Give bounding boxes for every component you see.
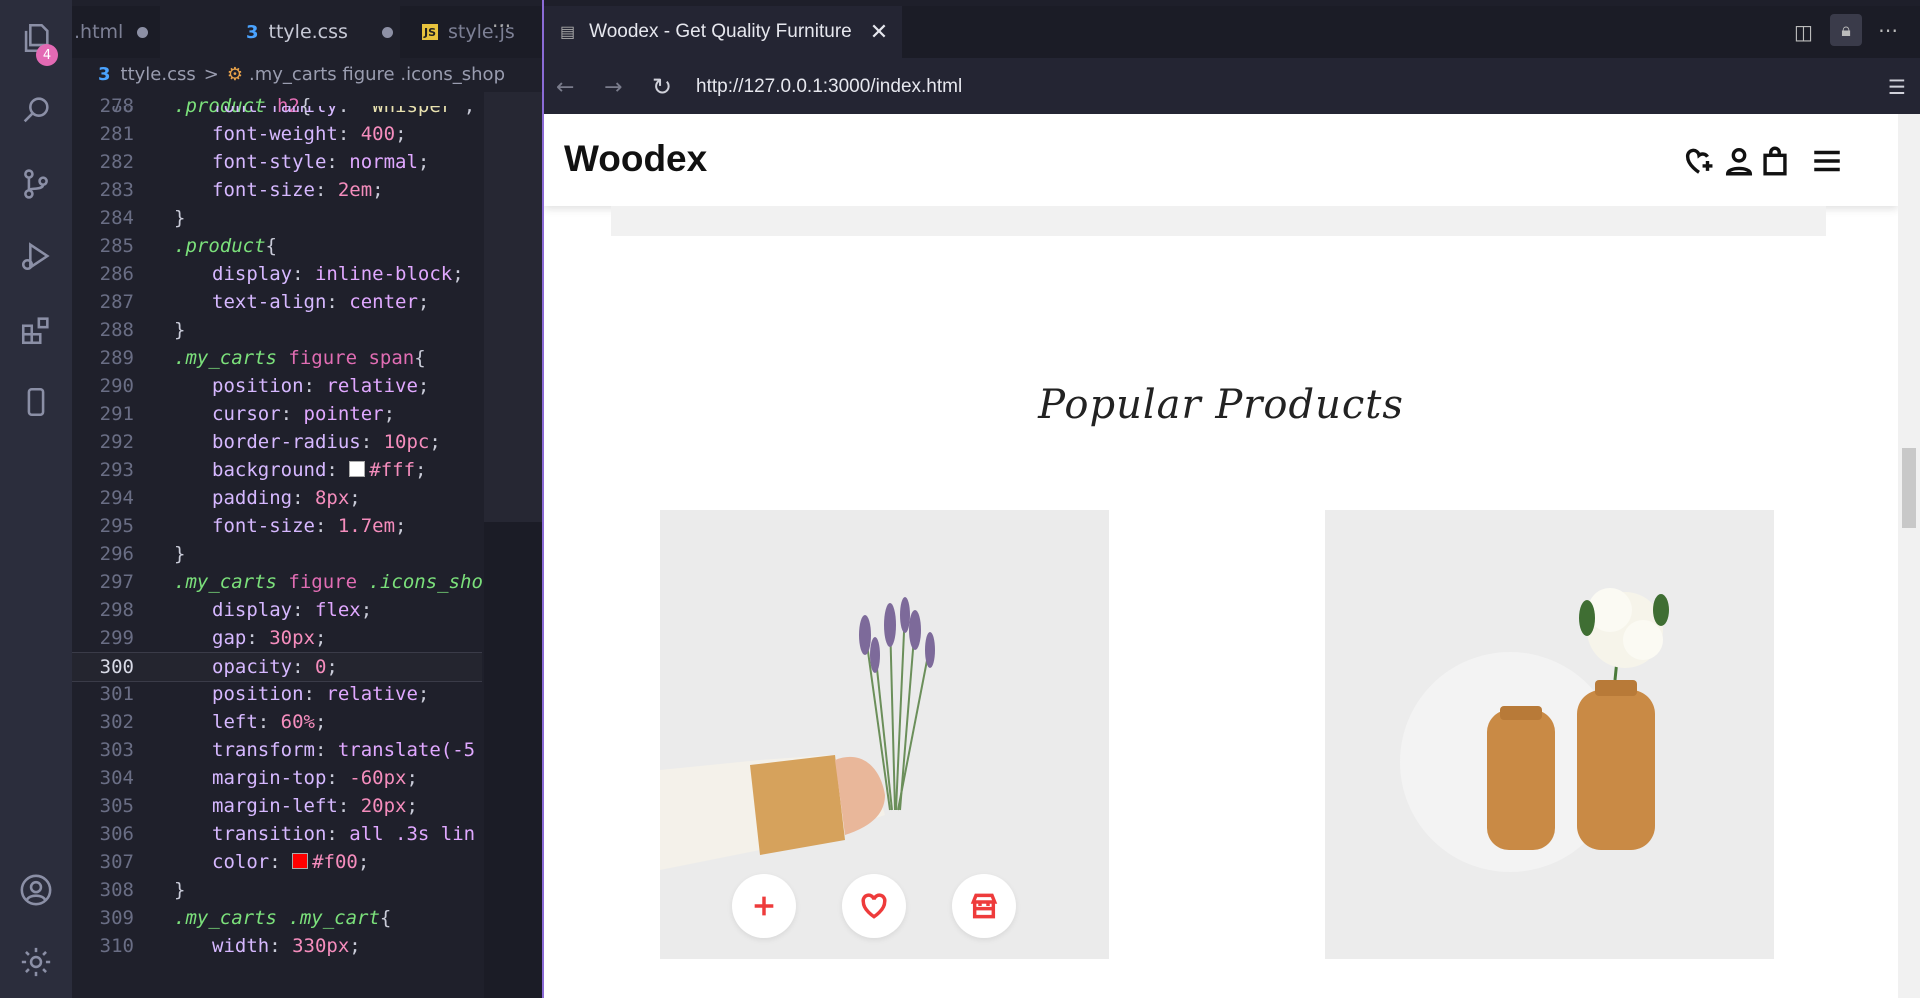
scrollbar-thumb[interactable]	[1902, 448, 1916, 528]
page-viewport: Woodex Popular Products	[544, 114, 1898, 998]
code-line: 295 font-size: 1.7em;	[99, 515, 407, 537]
browser-navbar: ← → ↻ http://127.0.0.1:3000/index.html ☰	[544, 58, 1920, 116]
color-swatch-white[interactable]	[349, 461, 366, 477]
page-scrollbar[interactable]	[1898, 114, 1920, 998]
browser-menu-icon[interactable]: ☰	[1888, 75, 1906, 99]
forward-icon[interactable]: →	[604, 75, 622, 100]
code-line: 290 position: relative;	[99, 375, 430, 397]
page-icon: ▤	[560, 24, 576, 41]
code-line: 303 transform: translate(-5	[99, 739, 476, 761]
code-line: 283 font-size: 2em;	[99, 179, 384, 201]
editor-tabs: .html 3 ttyle.css JS style.js	[72, 6, 542, 58]
close-tab-icon[interactable]: ✕	[870, 19, 888, 45]
tab-ttyle-css[interactable]: 3 ttyle.css	[160, 6, 400, 58]
breadcrumb-separator: >	[203, 63, 219, 85]
unsaved-dot-icon	[382, 27, 393, 38]
code-line: 301 position: relative;	[99, 683, 430, 705]
code-line: 294 padding: 8px;	[99, 487, 361, 509]
code-line: 284}	[99, 207, 186, 229]
hamburger-menu-icon[interactable]	[1810, 144, 1844, 182]
code-line: 287 text-align: center;	[99, 291, 430, 313]
run-debug-icon[interactable]	[18, 238, 54, 274]
unsaved-dot-icon	[137, 26, 149, 38]
code-line: 308}	[99, 879, 186, 901]
back-icon[interactable]: ←	[556, 75, 574, 100]
tab-label: ttyle.css	[268, 21, 348, 43]
more-actions-icon[interactable]: ···	[492, 14, 511, 38]
code-line: 292 border-radius: 10pc;	[99, 431, 441, 453]
view-shop-button[interactable]	[952, 874, 1016, 938]
content-band	[611, 206, 1826, 236]
symbol-class-icon: ⚙	[226, 63, 243, 85]
source-control-icon[interactable]	[18, 166, 54, 202]
browser-tab-title: Woodex - Get Quality Furniture	[589, 21, 852, 42]
store-icon	[970, 893, 998, 919]
code-line: 286 display: inline-block;	[99, 263, 464, 285]
site-logo[interactable]: Woodex	[564, 138, 707, 180]
lock-icon[interactable]: 🔒︎	[1830, 14, 1862, 46]
code-line: 306 transition: all .3s lin	[99, 823, 476, 845]
code-line: 291 cursor: pointer;	[99, 403, 396, 425]
settings-gear-icon[interactable]	[18, 944, 54, 980]
css-file-icon: 3	[246, 21, 259, 43]
address-bar[interactable]: http://127.0.0.1:3000/index.html	[696, 76, 962, 98]
activity-bar: 4	[0, 0, 72, 998]
browser-tab[interactable]: ▤ Woodex - Get Quality Furniture ✕	[544, 6, 902, 58]
code-line: 299 gap: 30px;	[99, 627, 327, 649]
code-line-current: 300 opacity: 0;	[72, 652, 482, 682]
code-line: 302 left: 60%;	[99, 711, 327, 733]
breadcrumb-symbol[interactable]: .my_carts figure .icons_shop	[249, 64, 505, 85]
product-card[interactable]	[1325, 510, 1774, 959]
code-line: 296}	[99, 543, 186, 565]
code-line: 298 display: flex;	[99, 599, 373, 621]
product-card[interactable]	[660, 510, 1109, 959]
color-swatch-red[interactable]	[292, 853, 309, 869]
code-line: 307 color: #f00;	[99, 851, 370, 873]
code-line: 288}	[99, 319, 186, 341]
tab-style-js[interactable]: JS style.js	[422, 6, 542, 58]
code-line: 293 background: #fff;	[99, 459, 427, 481]
code-line: 282 font-style: normal;	[99, 151, 430, 173]
code-line: 309 .my_carts .my_cart{	[99, 907, 392, 929]
explorer-badge: 4	[36, 44, 58, 66]
shopping-bag-icon[interactable]	[1758, 144, 1792, 182]
section-title: Popular Products	[1038, 382, 1404, 428]
reload-icon[interactable]: ↻	[652, 73, 672, 101]
user-icon[interactable]	[1722, 144, 1756, 182]
code-line: 280 font-family: "Whisper";	[99, 106, 476, 117]
code-line: 289 .my_carts figure span{	[99, 347, 426, 369]
site-header: Woodex	[544, 114, 1898, 206]
tab-label: .html	[74, 21, 124, 43]
extensions-icon[interactable]	[18, 312, 54, 348]
search-icon[interactable]	[18, 92, 54, 128]
code-line: 304 margin-top: -60px;	[99, 767, 418, 789]
add-to-wishlist-button[interactable]	[842, 874, 906, 938]
code-line: 310 width: 330px;	[99, 935, 361, 957]
code-line: 297 .my_carts figure .icons_sho	[99, 571, 482, 593]
add-to-cart-button[interactable]	[732, 874, 796, 938]
more-actions-icon[interactable]: ⋯	[1878, 18, 1898, 42]
split-editor-icon[interactable]: ◫	[1794, 20, 1813, 44]
js-file-icon: JS	[422, 24, 438, 40]
minimap[interactable]	[484, 92, 542, 998]
mobile-preview-icon[interactable]	[18, 384, 54, 420]
wishlist-heart-plus-icon[interactable]	[1682, 144, 1716, 182]
breadcrumb-file[interactable]: ttyle.css	[121, 64, 196, 85]
heart-icon	[861, 893, 887, 919]
code-line: 305 margin-left: 20px;	[99, 795, 418, 817]
product-image	[1325, 510, 1774, 959]
code-line: 285 .product{	[99, 235, 277, 257]
account-icon[interactable]	[18, 872, 54, 908]
code-area[interactable]: 278 .product h2{ 280 font-family: "Whisper…	[72, 92, 482, 998]
tab-html[interactable]: .html	[72, 6, 158, 58]
minimap-slider[interactable]	[484, 92, 542, 522]
browser-preview: ▤ Woodex - Get Quality Furniture ✕ ◫ 🔒︎ …	[544, 6, 1920, 998]
code-line: 281 font-weight: 400;	[99, 123, 407, 145]
breadcrumb: 3 ttyle.css > ⚙ .my_carts figure .icons_…	[72, 58, 542, 90]
plus-icon	[754, 896, 774, 916]
code-editor: .html 3 ttyle.css JS style.js ··· 3 ttyl…	[72, 0, 542, 998]
css-file-icon: 3	[98, 63, 111, 85]
